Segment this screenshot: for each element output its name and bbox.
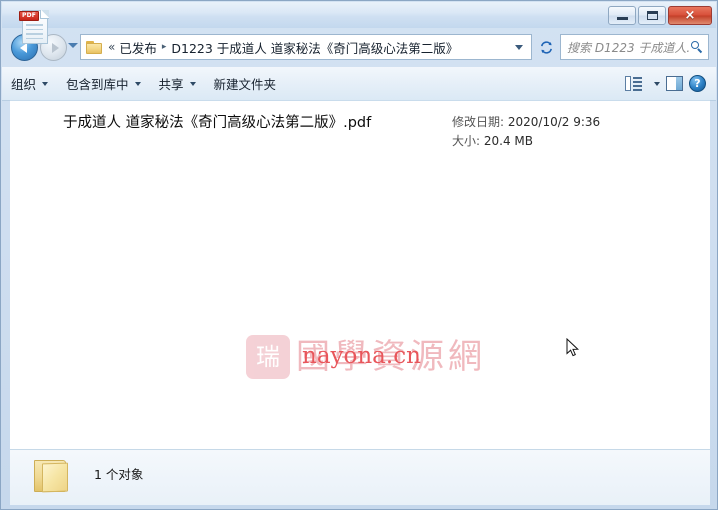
- include-in-library-label: 包含到库中: [66, 77, 129, 92]
- watermark-stamp-icon: 瑞: [246, 335, 290, 379]
- item-count-label: 1 个对象: [94, 467, 144, 482]
- size-row: 大小: 20.4 MB: [452, 132, 600, 151]
- maximize-icon: [646, 11, 658, 20]
- search-box[interactable]: 搜索 D1223 于成道人...: [560, 34, 709, 60]
- status-bar: 1 个对象: [10, 449, 710, 505]
- preview-pane-icon[interactable]: [666, 76, 683, 91]
- mouse-cursor: [566, 338, 580, 357]
- recent-locations-chevron-down-icon[interactable]: [68, 43, 78, 48]
- modified-label: 修改日期:: [452, 115, 505, 129]
- minimize-button[interactable]: [608, 6, 636, 25]
- organize-button[interactable]: 组织: [2, 72, 57, 95]
- new-folder-button[interactable]: 新建文件夹: [205, 72, 286, 95]
- folder-icon: [32, 456, 76, 496]
- file-name[interactable]: 于成道人 道家秘法《奇门高级心法第二版》.pdf: [63, 111, 371, 132]
- explorer-window: × « 已发布 ▸ D1223 于成道人 道家秘法《奇门高级心法第二版》 搜索 …: [0, 0, 718, 510]
- breadcrumb-overflow-icon[interactable]: «: [108, 40, 115, 54]
- file-metadata: 修改日期: 2020/10/2 9:36 大小: 20.4 MB: [452, 113, 600, 151]
- arrow-right-icon: [51, 42, 59, 53]
- view-options-icon[interactable]: [625, 76, 642, 91]
- close-icon: ×: [684, 8, 696, 23]
- watermark-site-text: nayona.cn: [302, 343, 421, 369]
- address-chevron-down-icon[interactable]: [515, 44, 523, 50]
- watermark: 瑞 國學資源網 nayona.cn: [246, 329, 496, 387]
- chevron-down-icon: [134, 81, 141, 86]
- breadcrumb-separator-icon[interactable]: ▸: [162, 42, 167, 52]
- pdf-badge: PDF: [19, 11, 40, 21]
- close-button[interactable]: ×: [668, 6, 712, 25]
- address-bar[interactable]: « 已发布 ▸ D1223 于成道人 道家秘法《奇门高级心法第二版》: [80, 34, 532, 60]
- command-toolbar: 组织 包含到库中 共享 新建文件夹 ?: [2, 67, 716, 101]
- search-icon: [691, 40, 704, 54]
- minimize-icon: [616, 17, 628, 20]
- view-chevron-down-icon[interactable]: [654, 81, 660, 86]
- share-with-label: 共享: [158, 77, 184, 92]
- window-controls: ×: [608, 6, 712, 25]
- refresh-button[interactable]: [535, 35, 557, 59]
- organize-label: 组织: [11, 77, 37, 92]
- breadcrumb-parent[interactable]: 已发布: [119, 38, 157, 57]
- title-bar: ×: [2, 2, 716, 28]
- toolbar-right-group: ?: [625, 75, 716, 92]
- navigation-bar: « 已发布 ▸ D1223 于成道人 道家秘法《奇门高级心法第二版》 搜索 D1…: [2, 28, 716, 67]
- chevron-down-icon: [189, 81, 196, 86]
- file-list-pane[interactable]: 瑞 國學資源網 nayona.cn: [10, 100, 710, 450]
- chevron-down-icon: [42, 81, 49, 86]
- size-value: 20.4 MB: [483, 134, 533, 148]
- folder-icon: [86, 40, 102, 54]
- help-icon[interactable]: ?: [689, 75, 706, 92]
- size-label: 大小:: [452, 134, 481, 148]
- search-input[interactable]: 搜索 D1223 于成道人...: [567, 39, 691, 56]
- share-with-button[interactable]: 共享: [150, 72, 205, 95]
- new-folder-label: 新建文件夹: [213, 77, 277, 92]
- modified-value: 2020/10/2 9:36: [507, 115, 601, 129]
- include-in-library-button[interactable]: 包含到库中: [57, 72, 150, 95]
- breadcrumb-current[interactable]: D1223 于成道人 道家秘法《奇门高级心法第二版》: [171, 38, 458, 57]
- refresh-icon: [540, 40, 552, 54]
- maximize-button[interactable]: [638, 6, 666, 25]
- pdf-file-icon[interactable]: PDF: [19, 10, 49, 46]
- modified-row: 修改日期: 2020/10/2 9:36: [452, 113, 600, 132]
